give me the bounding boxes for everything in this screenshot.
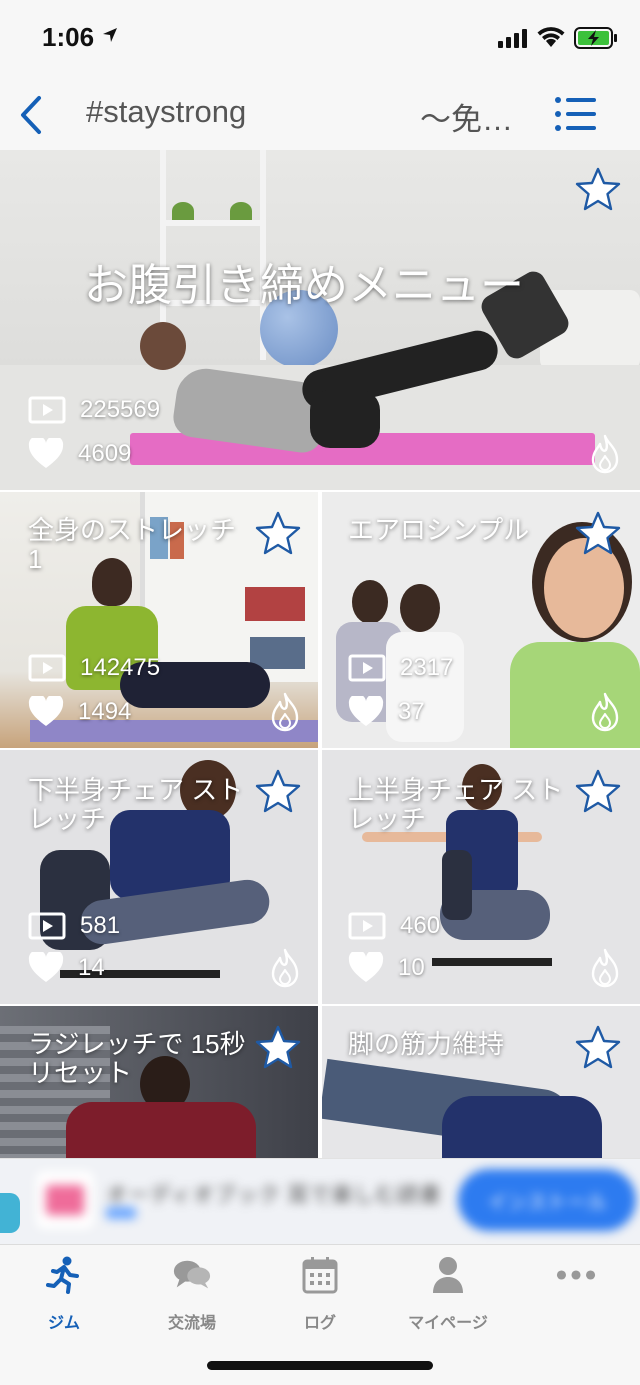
card-6-title: 脚の筋力維持 bbox=[348, 1029, 505, 1059]
battery-charging-icon bbox=[574, 27, 617, 49]
tab-more[interactable] bbox=[516, 1255, 636, 1335]
tab-bar: ジム 交流場 ログ マイページ bbox=[0, 1244, 640, 1385]
flame-icon bbox=[591, 948, 619, 988]
more-dots-icon bbox=[556, 1255, 596, 1295]
card-4-play-count: 460 bbox=[348, 912, 440, 940]
card-3-like-value: 14 bbox=[78, 954, 105, 981]
video-play-icon bbox=[28, 654, 66, 682]
card-3-play-value: 581 bbox=[80, 912, 121, 939]
nav-bar: #staystrong 〜免… bbox=[0, 80, 640, 150]
card-2-play-value: 2317 bbox=[400, 654, 454, 681]
card-2-play-count: 2317 bbox=[348, 654, 453, 682]
card-4-play-value: 460 bbox=[400, 912, 441, 939]
card-4-title: 上半身チェア ストレッチ bbox=[348, 775, 564, 834]
workout-card-2[interactable]: エアロシンプル 2317 37 bbox=[322, 492, 640, 748]
video-play-icon bbox=[28, 912, 66, 940]
cellular-signal-icon bbox=[498, 29, 527, 48]
card-1-play-count: 142475 bbox=[28, 654, 160, 682]
ad-app-icon bbox=[36, 1171, 94, 1229]
favorite-star-icon[interactable] bbox=[254, 510, 302, 558]
heart-icon bbox=[348, 952, 384, 982]
list-menu-icon bbox=[555, 97, 596, 131]
favorite-star-icon[interactable] bbox=[574, 166, 622, 214]
flame-icon bbox=[591, 692, 619, 732]
heart-icon bbox=[28, 438, 64, 468]
card-1-like-value: 1494 bbox=[78, 698, 132, 725]
tab-gym[interactable]: ジム bbox=[4, 1255, 124, 1335]
video-play-icon bbox=[348, 654, 386, 682]
favorite-star-icon[interactable] bbox=[254, 1024, 302, 1072]
card-2-like-value: 37 bbox=[398, 698, 425, 725]
video-play-icon bbox=[28, 396, 66, 424]
person-icon bbox=[428, 1255, 468, 1295]
tab-log[interactable]: ログ bbox=[260, 1255, 380, 1335]
card-3-like-count: 14 bbox=[28, 952, 105, 984]
ad-banner[interactable]: オーディオブック 耳で楽しむ読書 インストール bbox=[0, 1158, 640, 1244]
list-menu-button[interactable] bbox=[552, 94, 598, 134]
hero-play-count: 225569 bbox=[28, 396, 160, 424]
location-arrow-icon bbox=[103, 28, 117, 42]
nav-title: #staystrong bbox=[86, 94, 247, 129]
card-5-title: ラジレッチで 15秒リセット bbox=[28, 1029, 246, 1088]
card-1-play-value: 142475 bbox=[80, 654, 161, 681]
favorite-star-icon[interactable] bbox=[254, 768, 302, 816]
favorite-star-icon[interactable] bbox=[574, 1024, 622, 1072]
video-play-icon bbox=[348, 912, 386, 940]
status-time: 1:06 bbox=[42, 22, 95, 52]
workout-card-4[interactable]: 上半身チェア ストレッチ 460 10 bbox=[322, 750, 640, 1004]
workout-card-5[interactable]: ラジレッチで 15秒リセット bbox=[0, 1006, 318, 1158]
favorite-star-icon[interactable] bbox=[574, 768, 622, 816]
workout-card-3[interactable]: 下半身チェア ストレッチ 581 14 bbox=[0, 750, 318, 1004]
card-2-like-count: 37 bbox=[348, 696, 425, 728]
workout-card-1[interactable]: 全身のストレッチ1 142475 1494 bbox=[0, 492, 318, 748]
heart-icon bbox=[348, 696, 384, 726]
hero-workout-card[interactable]: お腹引き締めメニュー 225569 4609 bbox=[0, 150, 640, 490]
card-3-title: 下半身チェア ストレッチ bbox=[28, 775, 244, 834]
status-bar: 1:06 bbox=[0, 0, 640, 80]
card-4-like-count: 10 bbox=[348, 952, 425, 984]
wifi-icon bbox=[537, 27, 565, 47]
hero-figure-head bbox=[140, 322, 186, 370]
runner-icon bbox=[44, 1255, 84, 1295]
back-button[interactable] bbox=[12, 92, 48, 138]
card-3-play-count: 581 bbox=[28, 912, 120, 940]
ad-install-button[interactable]: インストール bbox=[458, 1169, 636, 1231]
home-indicator[interactable] bbox=[207, 1361, 433, 1370]
chevron-left-icon bbox=[21, 96, 41, 134]
tab-mypage[interactable]: マイページ bbox=[388, 1255, 508, 1335]
flame-icon bbox=[271, 948, 299, 988]
card-1-like-count: 1494 bbox=[28, 696, 131, 728]
flame-icon bbox=[271, 692, 299, 732]
ad-text: オーディオブック 耳で楽しむ読書 bbox=[106, 1184, 442, 1207]
card-2-title: エアロシンプル bbox=[348, 515, 530, 545]
workout-card-6[interactable]: 脚の筋力維持 bbox=[322, 1006, 640, 1158]
hero-play-value: 225569 bbox=[80, 396, 161, 423]
heart-icon bbox=[28, 952, 64, 982]
tab-mypage-label: マイページ bbox=[408, 1315, 488, 1332]
tab-community[interactable]: 交流場 bbox=[132, 1255, 252, 1335]
card-4-like-value: 10 bbox=[398, 954, 425, 981]
heart-icon bbox=[28, 696, 64, 726]
card-1-title: 全身のストレッチ1 bbox=[28, 515, 237, 574]
ad-choice-tab[interactable] bbox=[0, 1193, 20, 1233]
nav-subtitle[interactable]: 〜免… bbox=[420, 94, 513, 139]
calendar-icon bbox=[300, 1255, 340, 1295]
tab-gym-label: ジム bbox=[47, 1315, 80, 1332]
ad-rating bbox=[106, 1207, 136, 1219]
chat-bubbles-icon bbox=[172, 1255, 212, 1295]
favorite-star-icon[interactable] bbox=[574, 510, 622, 558]
hero-like-value: 4609 bbox=[78, 440, 132, 467]
workout-feed[interactable]: お腹引き締めメニュー 225569 4609 全身のストレッチ1 142475 … bbox=[0, 150, 640, 1158]
hero-like-count: 4609 bbox=[28, 438, 131, 470]
tab-log-label: ログ bbox=[303, 1315, 336, 1332]
flame-icon bbox=[591, 434, 619, 474]
tab-community-label: 交流場 bbox=[167, 1315, 216, 1332]
hero-title: お腹引き締めメニュー bbox=[84, 261, 524, 310]
